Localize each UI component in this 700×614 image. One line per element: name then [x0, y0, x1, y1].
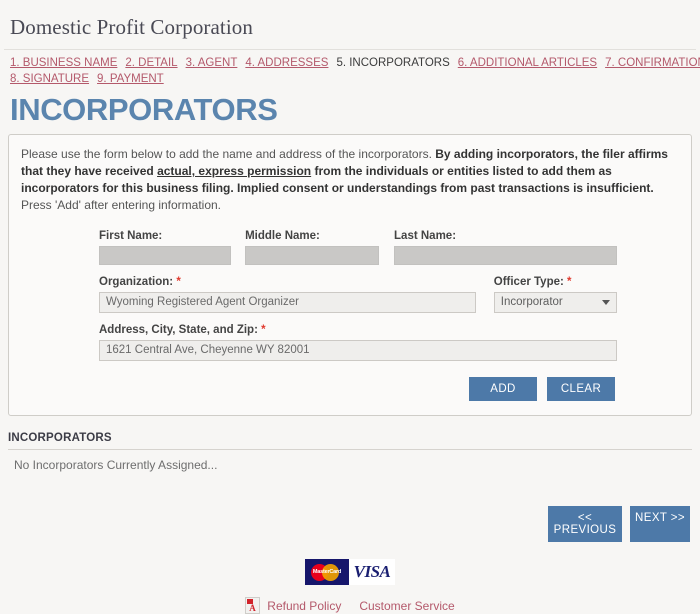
step-link-addresses[interactable]: 4. ADDRESSES [245, 57, 328, 69]
clear-button[interactable]: CLEAR [547, 377, 615, 401]
organization-field-row: Organization: * Wyoming Registered Agent… [99, 276, 617, 313]
address-input[interactable]: 1621 Central Ave, Cheyenne WY 82001 [99, 340, 617, 361]
required-asterisk: * [567, 276, 572, 288]
form-action-buttons: ADD CLEAR [99, 377, 617, 401]
last-name-input[interactable] [394, 246, 617, 265]
address-label: Address, City, State, and Zip: * [99, 324, 617, 336]
page-root: Domestic Profit Corporation 1. BUSINESS … [0, 0, 700, 614]
middle-name-label: Middle Name: [245, 230, 320, 242]
step-link-detail[interactable]: 2. DETAIL [125, 57, 177, 69]
accepted-cards: MasterCard VISA [305, 559, 395, 585]
middle-name-group: Middle Name: [245, 230, 379, 265]
navigation-buttons: << PREVIOUS NEXT >> [0, 506, 690, 542]
first-name-group: First Name: [99, 230, 231, 265]
instruction-part-2: Press 'Add' after entering information. [21, 198, 222, 212]
refund-policy-link[interactable]: Refund Policy [267, 599, 341, 613]
name-field-row: First Name: Middle Name: Last Name: [99, 230, 617, 265]
instruction-bold-underline: actual, express permission [157, 164, 312, 178]
section-heading: INCORPORATORS [10, 92, 278, 127]
mastercard-label: MasterCard [312, 569, 342, 575]
previous-button[interactable]: << PREVIOUS [548, 506, 622, 542]
address-label-text: Address, City, State, and Zip: [99, 324, 258, 336]
officer-type-label: Officer Type: * [494, 276, 617, 288]
officer-type-select[interactable]: Incorporator [493, 292, 617, 313]
form-fields: First Name: Middle Name: Last Name: Orga… [21, 230, 679, 401]
incorporators-empty-message: No Incorporators Currently Assigned... [14, 458, 218, 472]
last-name-label: Last Name: [394, 230, 457, 242]
required-asterisk: * [261, 324, 266, 336]
incorporators-list-title: INCORPORATORS [8, 432, 112, 444]
step-link-additional-articles[interactable]: 6. ADDITIONAL ARTICLES [458, 57, 597, 69]
pdf-icon [245, 597, 261, 614]
officer-type-group: Officer Type: * Incorporator [493, 276, 617, 313]
address-field-row: Address, City, State, and Zip: * 1621 Ce… [99, 324, 617, 361]
add-button[interactable]: ADD [469, 377, 537, 401]
breadcrumb: 1. BUSINESS NAME 2. DETAIL 3. AGENT 4. ADDR… [0, 50, 700, 87]
first-name-input[interactable] [99, 246, 231, 265]
next-button[interactable]: NEXT >> [630, 506, 690, 542]
first-name-label: First Name: [99, 230, 163, 242]
page-title: Domestic Profit Corporation [10, 15, 254, 39]
instruction-text: Please use the form below to add the nam… [21, 146, 679, 214]
middle-name-input[interactable] [245, 246, 379, 265]
step-link-payment[interactable]: 9. PAYMENT [97, 73, 164, 85]
last-name-group: Last Name: [394, 230, 617, 265]
footer-links: Refund Policy Customer Service [0, 597, 700, 614]
officer-type-label-text: Officer Type: [493, 276, 564, 288]
step-link-agent[interactable]: 3. AGENT [186, 57, 238, 69]
incorporator-form-panel: Please use the form below to add the nam… [8, 134, 692, 416]
incorporators-list-section: INCORPORATORS No Incorporators Currently… [8, 432, 692, 472]
step-link-business-name[interactable]: 1. BUSINESS NAME [10, 57, 117, 69]
payment-logos: MasterCard VISA [0, 559, 700, 585]
organization-input[interactable]: Wyoming Registered Agent Organizer [99, 292, 477, 313]
required-asterisk: * [176, 276, 181, 288]
address-group: Address, City, State, and Zip: * 1621 Ce… [99, 324, 617, 361]
list-divider [8, 449, 692, 450]
instruction-part-1: Please use the form below to add the nam… [21, 147, 436, 161]
organization-label-text: Organization: [99, 276, 174, 288]
visa-icon: VISA [349, 559, 395, 585]
step-link-confirmation[interactable]: 7. CONFIRMATION [605, 57, 700, 69]
step-link-signature[interactable]: 8. SIGNATURE [10, 73, 89, 85]
organization-group: Organization: * Wyoming Registered Agent… [99, 276, 477, 313]
chevron-down-icon [601, 300, 610, 305]
officer-type-value: Incorporator [500, 296, 563, 308]
organization-label: Organization: * [99, 276, 476, 288]
customer-service-link[interactable]: Customer Service [359, 599, 454, 613]
mastercard-icon: MasterCard [305, 559, 349, 585]
step-current-incorporators: 5. INCORPORATORS [336, 57, 450, 69]
